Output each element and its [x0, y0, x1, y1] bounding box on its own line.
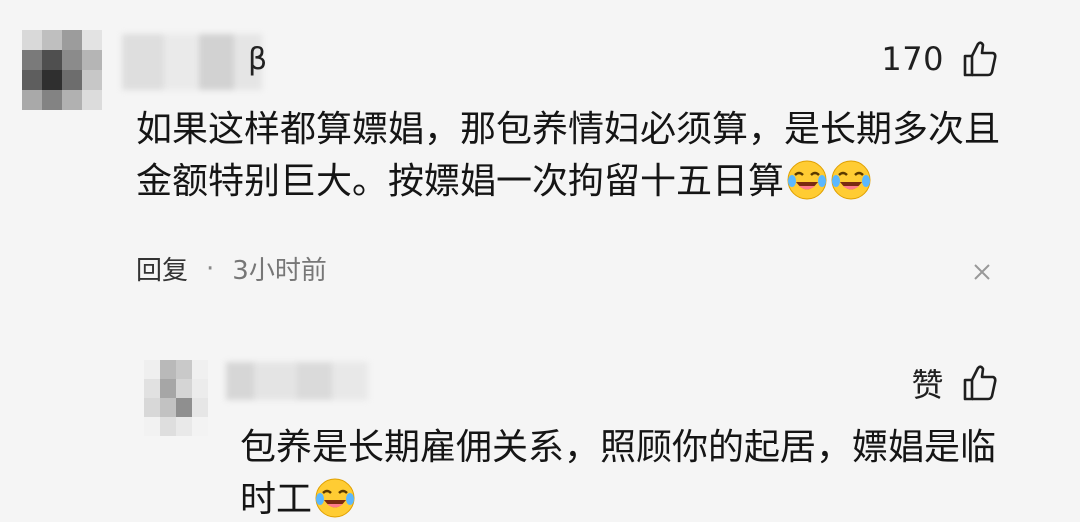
username-tail: β — [248, 42, 268, 77]
laughing-crying-emoji-icon — [831, 160, 871, 200]
reply-like-label: 赞 — [911, 366, 944, 404]
username[interactable] — [122, 34, 262, 90]
close-icon[interactable] — [972, 262, 992, 282]
reply-username[interactable] — [226, 362, 368, 400]
laughing-crying-emoji-icon — [787, 160, 827, 200]
thumbs-up-icon[interactable] — [962, 364, 998, 402]
like-button[interactable]: 170 — [881, 40, 998, 78]
reply-text: 包养是长期雇佣关系，照顾你的起居，嫖娼是临时工 — [240, 422, 1020, 522]
comment-text: 如果这样都算嫖娼，那包养情妇必须算，是长期多次且金额特别巨大。按嫖娼一次拘留十五… — [136, 104, 1016, 208]
comment-thread: β 170 如果这样都算嫖娼，那包养情妇必须算，是长期多次且金额特别巨大。按嫖娼… — [0, 0, 1080, 522]
reply-like-button[interactable]: 赞 — [911, 360, 998, 406]
laughing-crying-emoji-icon — [315, 478, 355, 518]
separator-dot: · — [206, 253, 215, 284]
thumbs-up-icon[interactable] — [962, 40, 998, 78]
like-count: 170 — [881, 40, 944, 78]
timestamp: 3小时前 — [232, 256, 327, 286]
reply-avatar[interactable] — [144, 360, 208, 436]
reply-button[interactable]: 回复 — [136, 250, 188, 287]
avatar[interactable] — [22, 30, 102, 110]
comment-meta: 回复 · 3小时前 — [136, 250, 327, 287]
